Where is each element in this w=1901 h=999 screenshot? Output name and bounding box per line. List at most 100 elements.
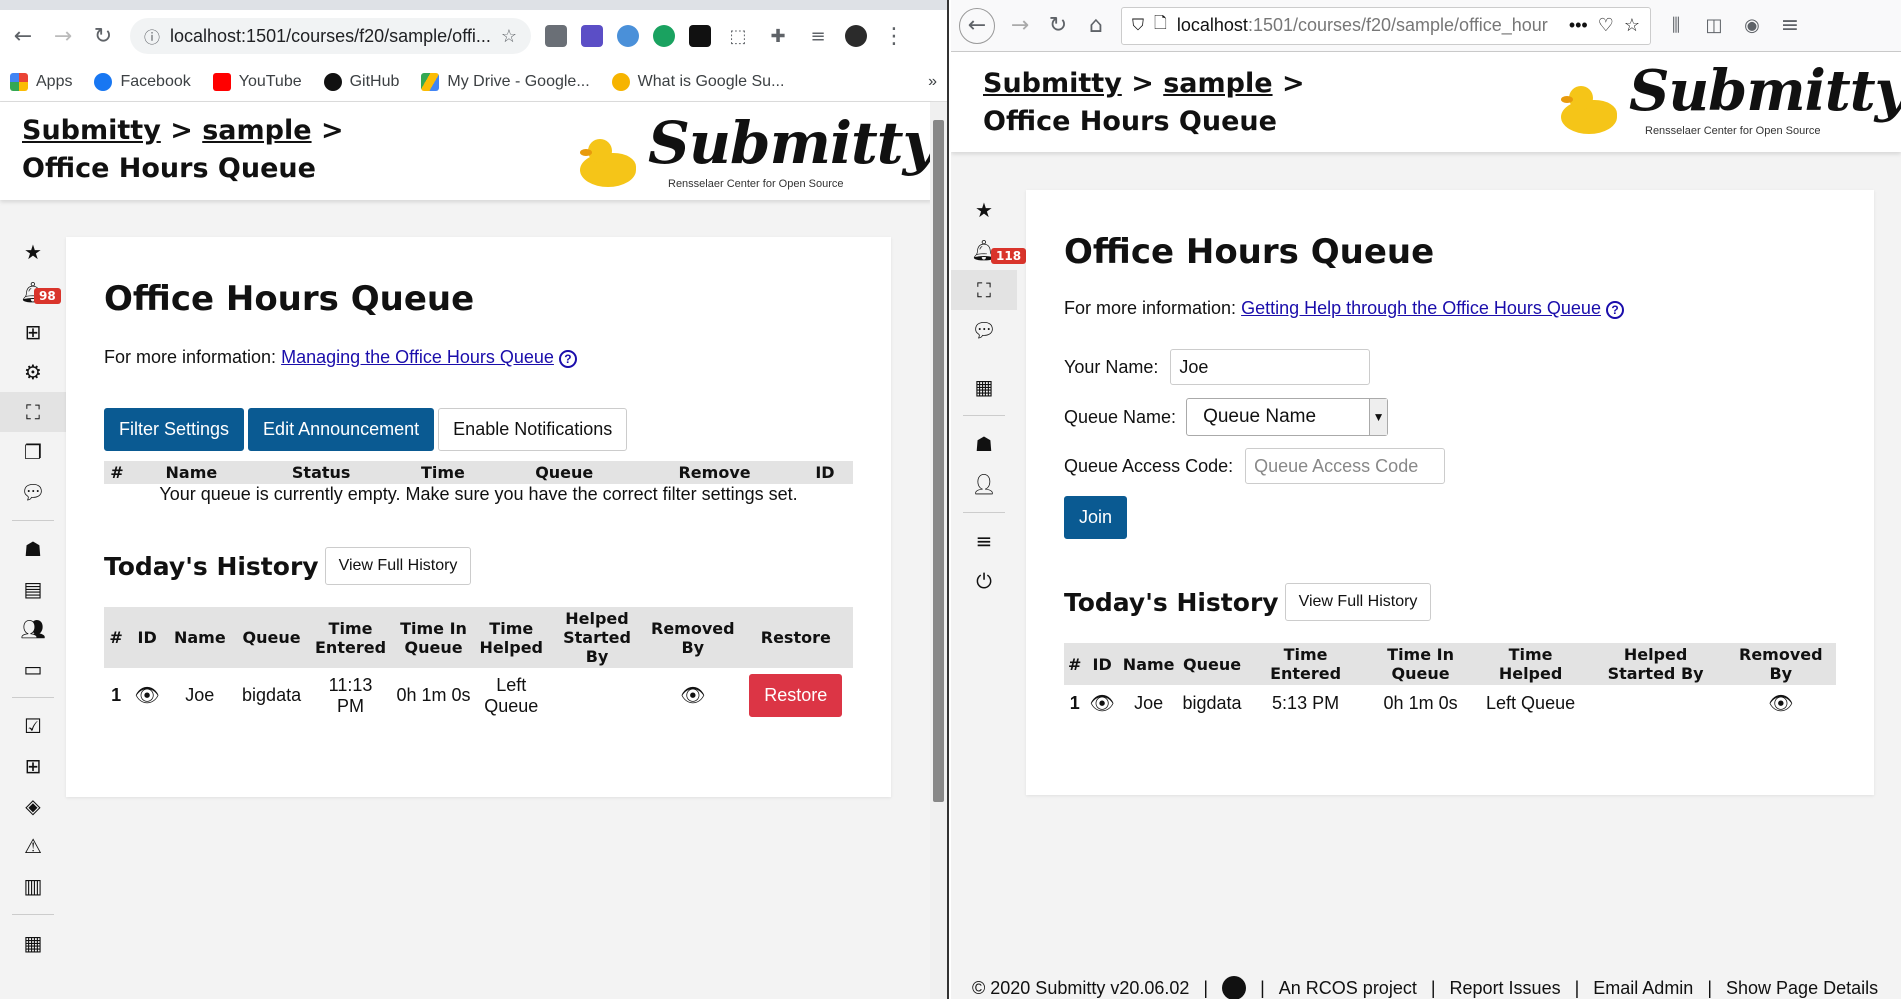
breadcrumb-submitty-link[interactable]: Submitty (22, 115, 161, 146)
forward-arrow-icon[interactable]: → (50, 23, 76, 49)
queue-name-select[interactable]: Queue Name ▼ (1186, 398, 1389, 436)
back-arrow-icon[interactable]: ← (959, 7, 995, 44)
menu-kebab-icon[interactable]: ⋮ (881, 23, 907, 49)
question-circle-icon[interactable]: ? (1605, 301, 1624, 319)
sidebar-item-grader[interactable]: ☗ (0, 529, 66, 569)
bookmark-facebook[interactable]: Facebook (94, 72, 191, 91)
extension-icon[interactable] (581, 25, 604, 47)
sidebar-item-gradeables[interactable]: ★ (951, 190, 1017, 230)
edit-announcement-button[interactable]: Edit Announcement (248, 408, 435, 451)
extension-icon[interactable] (545, 25, 568, 47)
report-issues-link[interactable]: Report Issues (1450, 978, 1561, 999)
sidebar-item-user-group[interactable]: ☗ (951, 424, 1017, 464)
name-field[interactable]: Joe (1170, 349, 1371, 385)
page-details-link[interactable]: Show Page Details (1726, 978, 1878, 999)
address-bar[interactable]: ⛉ 🗋︎ localhost:1501/courses/f20/sample/o… (1121, 6, 1651, 45)
chrome-tab-strip[interactable] (0, 0, 947, 10)
eye-icon[interactable]: 👁︎ (1768, 693, 1793, 715)
github-icon[interactable] (1222, 976, 1247, 999)
bookmark-github[interactable]: GitHub (323, 72, 399, 91)
eye-icon[interactable]: 👁︎ (1089, 693, 1114, 715)
view-full-history-button[interactable]: View Full History (324, 547, 472, 585)
sidebar-item-gradebook[interactable]: ▤ (0, 569, 66, 609)
submitty-logo[interactable]: Submitty Rensselaer Center for Open Sour… (580, 104, 947, 194)
sidebar-item-new-gradeable[interactable]: ⊞ (0, 312, 66, 352)
email-admin-link[interactable]: Email Admin (1593, 978, 1693, 999)
view-full-history-button[interactable]: View Full History (1284, 583, 1432, 621)
sidebar-item-course-materials[interactable]: ❐ (0, 432, 66, 472)
sidebar-toggle-icon[interactable]: ◫ (1701, 13, 1727, 39)
address-bar[interactable]: ⓘ localhost:1501/courses/f20/sample/offi… (130, 18, 532, 54)
bookmarks-overflow[interactable]: » (928, 73, 937, 91)
hamburger-menu-icon[interactable]: ≡ (1777, 13, 1803, 39)
enable-notifications-button[interactable]: Enable Notifications (438, 408, 628, 451)
bookmark-google-suite[interactable]: What is Google Su... (611, 72, 784, 91)
sidebar-item-settings[interactable]: ⚙ (0, 352, 66, 392)
access-code-field[interactable]: Queue Access Code (1245, 448, 1446, 484)
bookmark-apps[interactable]: Apps (10, 72, 72, 91)
scrollbar-thumb[interactable] (933, 120, 944, 802)
sidebar-item-notifications[interactable]: 🔔︎ 98 (0, 272, 66, 312)
sidebar-item-manage-students[interactable]: 👥︎ (0, 609, 66, 649)
sidebar-item-logout[interactable]: ⏻ (951, 561, 1017, 601)
sidebar-item-calendar[interactable]: ▦ (0, 923, 66, 963)
forward-arrow-icon[interactable]: → (1007, 13, 1033, 39)
sidebar-item-sections[interactable]: ▭ (0, 649, 66, 689)
breadcrumb-course-link[interactable]: sample (1163, 68, 1272, 99)
sidebar-item-calendar-check[interactable]: ☑ (0, 706, 66, 746)
history-title: Today's History (1064, 587, 1279, 617)
screenshot-icon[interactable]: ⬚ (725, 23, 751, 49)
extension-icon[interactable] (689, 25, 712, 47)
home-icon[interactable]: ⌂ (1083, 13, 1109, 39)
back-arrow-icon[interactable]: ← (10, 23, 36, 49)
bars-icon: ≡ (975, 529, 993, 553)
submitty-logo[interactable]: Submitty Rensselaer Center for Open Sour… (1561, 52, 1901, 142)
sidebar-item-eraser[interactable]: ◈ (0, 786, 66, 826)
puzzle-icon[interactable]: ✚ (765, 23, 791, 49)
info-icon[interactable]: ⓘ (144, 24, 160, 48)
sidebar-item-forum[interactable]: 💬︎ (951, 310, 1017, 350)
sidebar-item-profile[interactable]: 👤︎ (951, 464, 1017, 504)
sidebar-item-calendar-plus[interactable]: ⊞ (0, 746, 66, 786)
question-circle-icon[interactable]: ? (558, 350, 577, 368)
media-icon[interactable]: ≡ (805, 23, 831, 49)
join-button[interactable]: Join (1064, 496, 1128, 539)
bookmark-star-icon[interactable]: ☆ (501, 26, 517, 47)
sidebar-item-gradeables[interactable]: ★ (0, 232, 66, 272)
extension-icon[interactable] (653, 25, 676, 47)
sidebar-item-stats[interactable]: ▥ (0, 866, 66, 906)
bookmarks-bar: Apps Facebook YouTube GitHub My Drive - … (0, 62, 947, 102)
restore-button[interactable]: Restore (749, 674, 843, 717)
account-icon[interactable]: ◉ (1739, 13, 1765, 39)
bookmark-youtube[interactable]: YouTube (212, 72, 302, 91)
breadcrumb-submitty-link[interactable]: Submitty (983, 68, 1122, 99)
sidebar-item-office-hours[interactable]: ⛶ (0, 392, 66, 432)
bookmark-drive[interactable]: My Drive - Google... (421, 72, 590, 91)
pocket-icon[interactable]: ♡ (1598, 15, 1614, 36)
sidebar-item-forum[interactable]: 💬︎ (0, 472, 66, 512)
sidebar-item-office-hours[interactable]: ⛶ (951, 270, 1017, 310)
reload-icon[interactable]: ↻ (1045, 13, 1071, 39)
rcos-link[interactable]: An RCOS project (1279, 978, 1417, 999)
avatar[interactable] (845, 25, 868, 47)
table-row: 1 👁︎ Joe bigdata 5:13 PM 0h 1m 0s Left Q… (1069, 693, 1794, 715)
sidebar-item-calendar[interactable]: ▦ (951, 367, 1017, 407)
extension-icon[interactable] (617, 25, 640, 47)
filter-settings-button[interactable]: Filter Settings (104, 408, 245, 451)
help-link[interactable]: Getting Help through the Office Hours Qu… (1241, 298, 1601, 318)
eye-icon[interactable]: 👁︎ (680, 685, 705, 707)
sidebar-divider (963, 415, 1005, 416)
sidebar-item-warnings[interactable]: ⚠ (0, 826, 66, 866)
bookmark-star-icon[interactable]: ☆ (1624, 15, 1640, 36)
page-scrollbar[interactable] (930, 102, 947, 999)
reload-icon[interactable]: ↻ (90, 23, 116, 49)
help-link[interactable]: Managing the Office Hours Queue (281, 347, 554, 367)
eye-icon[interactable]: 👁︎ (134, 685, 159, 707)
sidebar-item-notifications[interactable]: 🔔︎ 118 (951, 230, 1027, 270)
duck-logo-icon (1561, 86, 1617, 134)
shield-icon[interactable]: ⛉ (1132, 17, 1144, 35)
more-dots[interactable]: ••• (1569, 15, 1588, 36)
breadcrumb-course-link[interactable]: sample (202, 115, 311, 146)
sidebar-item-collapse[interactable]: ≡ (951, 521, 1017, 561)
library-icon[interactable]: ⫼ (1663, 13, 1689, 39)
